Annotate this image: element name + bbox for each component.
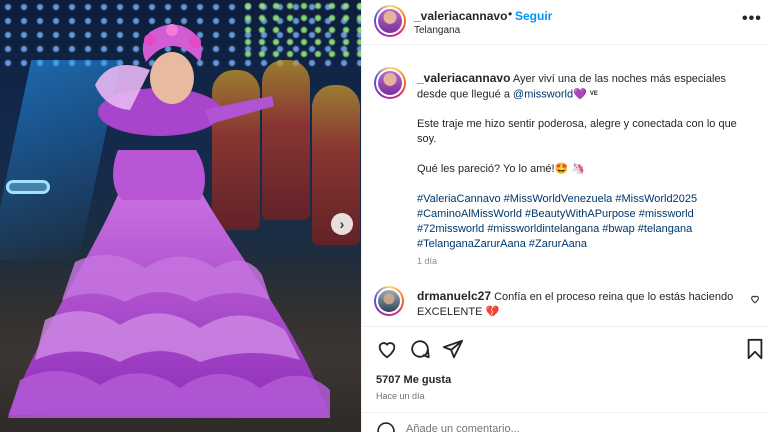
comment-input[interactable] — [406, 423, 706, 432]
heart-icon[interactable] — [376, 338, 398, 360]
hashtag-list: #ValeriaCannavo #MissWorldVenezuela #Mis… — [417, 192, 757, 252]
dress-skirt — [8, 24, 330, 418]
woman-in-purple-dress — [0, 0, 361, 432]
hashtag-link[interactable]: #MissWorld2025 — [615, 193, 697, 205]
hashtag-link[interactable]: #missworldintelangana — [487, 223, 599, 235]
bookmark-icon[interactable] — [744, 338, 766, 360]
post-timestamp: Hace un día — [376, 391, 425, 401]
more-options-icon[interactable]: ••• — [742, 10, 762, 28]
hashtag-link[interactable]: #72missworld — [417, 223, 484, 235]
likes-count[interactable]: 5707 Me gusta — [376, 374, 451, 386]
hashtag-link[interactable]: #ValeriaCannavo — [417, 193, 501, 205]
commenter-username[interactable]: drmanuelc27 — [417, 289, 491, 303]
hashtag-link[interactable]: #MissWorldVenezuela — [504, 193, 613, 205]
next-photo-button[interactable]: › — [331, 213, 353, 235]
post-caption: _valeriacannavo Ayer viví una de las noc… — [417, 71, 757, 267]
caption-author-avatar[interactable] — [374, 67, 406, 99]
caption-paragraph-2: Este traje me hizo sentir poderosa, aleg… — [417, 118, 737, 146]
separator-dot: • — [508, 7, 513, 21]
caption-username[interactable]: _valeriacannavo — [417, 71, 510, 85]
hashtag-link[interactable]: #telangana — [638, 223, 692, 235]
broken-heart-emoji: 💔 — [485, 306, 500, 318]
commenter-avatar[interactable] — [374, 286, 404, 316]
smiley-icon[interactable] — [376, 421, 396, 432]
share-icon[interactable] — [442, 338, 464, 360]
add-comment-bar — [362, 412, 768, 432]
hashtag-link[interactable]: #CaminoAlMissWorld — [417, 208, 522, 220]
follow-button[interactable]: Seguir — [515, 9, 552, 23]
location-link[interactable]: Telangana — [414, 25, 460, 36]
post-header: _valeriacannavo • Seguir Telangana ••• — [362, 0, 768, 45]
hashtag-link[interactable]: #BeautyWithAPurpose — [525, 208, 636, 220]
mention-link[interactable]: @missworld — [513, 88, 573, 100]
hashtag-link[interactable]: #bwap — [602, 223, 634, 235]
caption-timestamp: 1 día — [417, 256, 438, 266]
purple-heart-emoji: 💜 — [573, 88, 587, 101]
hashtag-link[interactable]: #TelanganaZarurAana — [417, 238, 526, 250]
comment: drmanuelc27 Confía en el proceso reina q… — [417, 289, 747, 320]
action-bar: 5707 Me gusta Hace un día — [362, 326, 768, 422]
post-photo[interactable]: › — [0, 0, 361, 432]
flag-icon: VE — [589, 91, 598, 97]
comment-icon[interactable] — [409, 338, 431, 360]
hashtag-link[interactable]: #ZarurAana — [529, 238, 587, 250]
caption-paragraph-3: Qué les pareció? Yo lo amé!🤩 🦄 — [417, 163, 586, 176]
author-username[interactable]: _valeriacannavo — [414, 9, 507, 23]
hashtag-link[interactable]: #missworld — [639, 208, 694, 220]
author-avatar[interactable] — [374, 5, 406, 37]
post-details-panel: _valeriacannavo • Seguir Telangana ••• _… — [361, 0, 768, 432]
comment-like-heart-icon[interactable] — [750, 294, 760, 307]
